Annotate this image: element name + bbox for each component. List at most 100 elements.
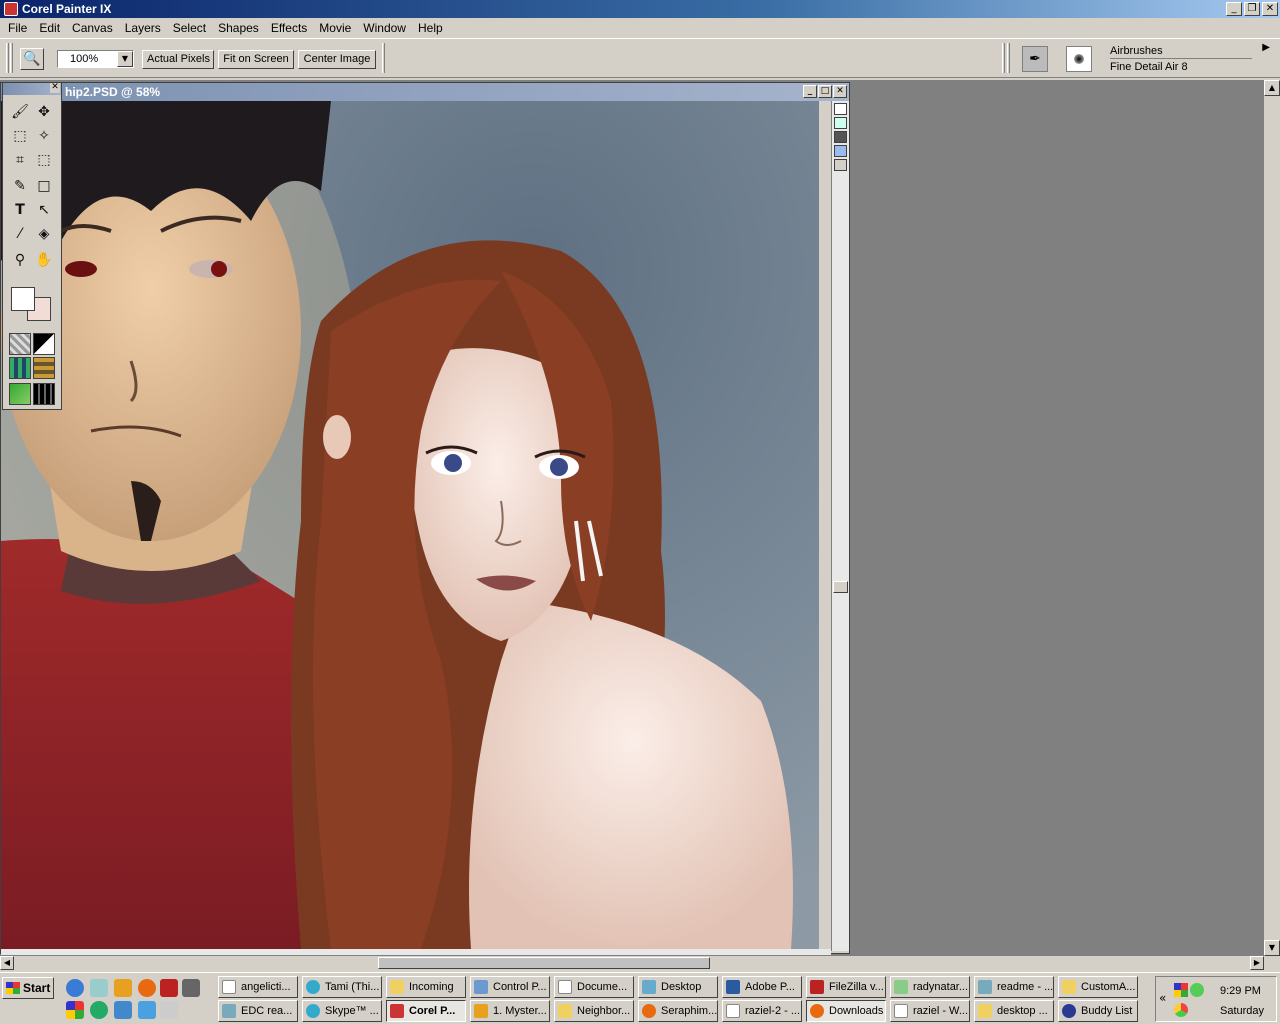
brush-category-label[interactable]: Airbrushes <box>1110 45 1252 59</box>
close-button[interactable]: ✕ <box>1262 2 1278 16</box>
restore-button[interactable]: ❐ <box>1244 2 1260 16</box>
scroll-right-icon[interactable]: ▶ <box>1250 956 1264 970</box>
menu-file[interactable]: File <box>2 21 33 35</box>
gradient-selector[interactable] <box>33 333 55 355</box>
document-vertical-scrollbar[interactable] <box>831 101 849 951</box>
menu-help[interactable]: Help <box>412 21 449 35</box>
task-seraphim[interactable]: Seraphim... <box>638 1000 718 1022</box>
actual-pixels-button[interactable]: Actual Pixels <box>142 50 214 69</box>
rect-select-icon[interactable]: ⬚ <box>9 125 31 147</box>
scroll-down-icon[interactable]: ▼ <box>1264 940 1280 956</box>
notepad-icon[interactable] <box>160 1001 178 1019</box>
nozzle-selector[interactable] <box>9 383 31 405</box>
document-scroll-thumb[interactable] <box>833 581 848 593</box>
scroll-up-icon[interactable] <box>834 159 847 171</box>
lasso-icon[interactable]: ⬚ <box>33 149 55 171</box>
document-horizontal-scrollbar[interactable] <box>1 949 831 955</box>
horizontal-scroll-thumb[interactable] <box>378 957 710 969</box>
move-icon[interactable]: ✥ <box>33 101 55 123</box>
task-mystery[interactable]: 1. Myster... <box>470 1000 550 1022</box>
task-angelicti[interactable]: angelicti... <box>218 976 298 998</box>
tray-chrome-icon[interactable] <box>1174 1003 1188 1017</box>
task-skype[interactable]: Skype™ ... <box>302 1000 382 1022</box>
menu-window[interactable]: Window <box>357 21 412 35</box>
tracing-paper-icon[interactable] <box>834 131 847 143</box>
looks-selector[interactable] <box>33 383 55 405</box>
task-desktop-folder[interactable]: desktop ... <box>974 1000 1054 1022</box>
paper-selector[interactable] <box>9 333 31 355</box>
task-neighbor[interactable]: Neighbor... <box>554 1000 634 1022</box>
fit-on-screen-button[interactable]: Fit on Screen <box>218 50 294 69</box>
task-tami[interactable]: Tami (Thi... <box>302 976 382 998</box>
task-raziel-2[interactable]: raziel-2 - ... <box>722 1000 802 1022</box>
crop-icon[interactable]: ⌗ <box>9 149 31 171</box>
brush-selector-grip[interactable] <box>1002 43 1005 73</box>
bucket-icon[interactable]: ◈ <box>33 223 55 245</box>
menu-edit[interactable]: Edit <box>33 21 66 35</box>
doc-close-button[interactable]: ✕ <box>833 85 847 98</box>
toolbar-grip[interactable] <box>6 43 9 73</box>
pattern-selector[interactable] <box>9 357 31 379</box>
workspace-horizontal-scrollbar[interactable]: ◀ ▶ <box>0 956 1264 970</box>
picasa-icon[interactable] <box>66 1001 84 1019</box>
zoom-level-select[interactable]: 100% ▼ <box>57 50 134 68</box>
rectangle-icon[interactable]: □ <box>33 175 55 197</box>
arrow-icon[interactable]: ↖ <box>33 199 55 221</box>
filezilla-icon[interactable] <box>160 979 178 997</box>
task-readme[interactable]: readme - ... <box>974 976 1054 998</box>
triangle-right-icon[interactable]: ▶ <box>1262 42 1270 53</box>
main-color-swatch[interactable] <box>11 287 35 311</box>
hand-icon[interactable]: ✋ <box>33 249 55 271</box>
app-launch-icon[interactable] <box>114 979 132 997</box>
task-raziel[interactable]: raziel - W... <box>890 1000 970 1022</box>
task-customa[interactable]: CustomA... <box>1058 976 1138 998</box>
grid-toggle-icon[interactable] <box>834 117 847 129</box>
menu-canvas[interactable]: Canvas <box>66 21 119 35</box>
clock-time[interactable]: 9:29 PM <box>1220 985 1261 997</box>
canvas-view-icon[interactable] <box>834 103 847 115</box>
media-icon[interactable] <box>182 979 200 997</box>
doc-minimize-button[interactable]: _ <box>803 85 817 98</box>
magnifier-icon[interactable]: ⚲ <box>9 249 31 271</box>
tray-check-icon[interactable] <box>1190 983 1204 997</box>
text-icon[interactable]: T <box>9 199 31 221</box>
menu-movie[interactable]: Movie <box>313 21 357 35</box>
task-edc[interactable]: EDC rea... <box>218 1000 298 1022</box>
task-radynatar[interactable]: radynatar... <box>890 976 970 998</box>
close-icon[interactable]: ✕ <box>50 83 60 93</box>
start-button[interactable]: Start <box>2 977 54 999</box>
brush-variant-label[interactable]: Fine Detail Air 8 <box>1110 61 1252 73</box>
task-control-panel[interactable]: Control P... <box>470 976 550 998</box>
weaving-selector[interactable] <box>33 357 55 379</box>
chevron-left-icon[interactable]: « <box>1159 991 1166 1005</box>
task-downloads[interactable]: Downloads <box>806 1000 886 1022</box>
network-icon[interactable] <box>138 1001 156 1019</box>
task-filezilla[interactable]: FileZilla v... <box>806 976 886 998</box>
brush-selector-grip-2[interactable] <box>1007 43 1010 73</box>
task-incoming[interactable]: Incoming <box>386 976 466 998</box>
brush-icon[interactable]: 🖌 <box>9 101 31 123</box>
dropper-icon[interactable]: ⁄ <box>9 223 31 245</box>
player-icon[interactable] <box>90 1001 108 1019</box>
menu-select[interactable]: Select <box>167 21 212 35</box>
tray-app-icon[interactable] <box>1174 983 1188 997</box>
minimize-button[interactable]: _ <box>1226 2 1242 16</box>
menu-effects[interactable]: Effects <box>265 21 313 35</box>
magic-wand-icon[interactable]: ✧ <box>33 125 55 147</box>
task-documents[interactable]: Docume... <box>554 976 634 998</box>
scroll-up-icon[interactable]: ▲ <box>1264 80 1280 96</box>
airbrush-category-icon[interactable]: ✒ <box>1022 46 1048 72</box>
firefox-icon[interactable] <box>138 979 156 997</box>
magnifier-icon[interactable]: 🔍 <box>20 48 44 70</box>
messenger-icon[interactable] <box>114 1001 132 1019</box>
task-buddy-list[interactable]: Buddy List <box>1058 1000 1138 1022</box>
toolbar-grip-2[interactable] <box>10 43 13 73</box>
menu-shapes[interactable]: Shapes <box>212 21 265 35</box>
brush-variant-icon[interactable] <box>1066 46 1092 72</box>
color-management-icon[interactable] <box>834 145 847 157</box>
painting-canvas[interactable] <box>1 101 819 949</box>
pen-icon[interactable]: ✎ <box>9 175 31 197</box>
menu-layers[interactable]: Layers <box>119 21 167 35</box>
workspace-vertical-scrollbar[interactable]: ▲ ▼ <box>1264 80 1280 956</box>
chevron-down-icon[interactable]: ▼ <box>117 51 133 67</box>
